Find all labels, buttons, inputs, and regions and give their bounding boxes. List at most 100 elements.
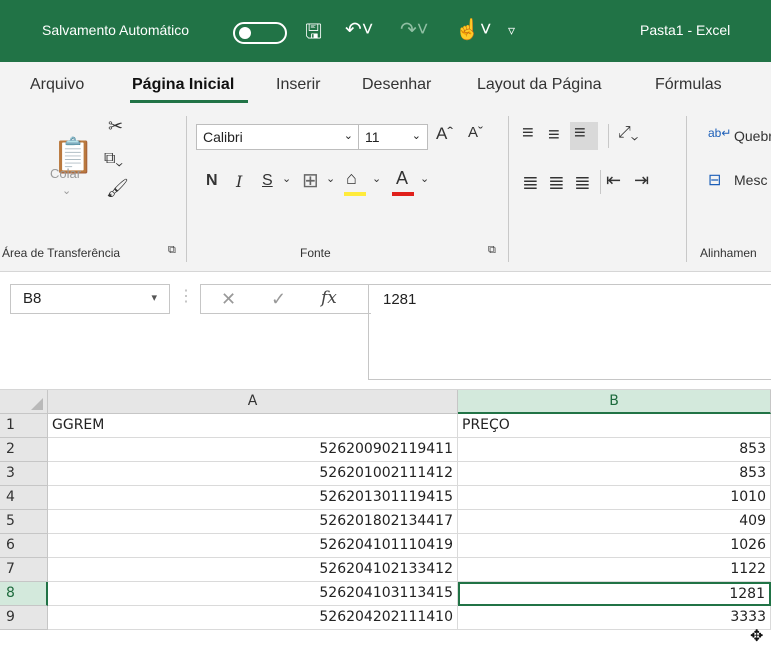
title-bar: Salvamento Automático 🖫 ↶˅ ↷˅ ☝˅ ▿ Pasta… [0, 0, 771, 62]
chevron-down-icon: ⌄ [411, 130, 421, 142]
tab-inserir[interactable]: Inserir [276, 76, 320, 94]
row-header[interactable]: 5 [0, 510, 48, 534]
chevron-down-icon[interactable]: ▾ [151, 291, 157, 304]
cell-b[interactable]: 1010 [458, 486, 771, 510]
font-color-swatch [392, 192, 414, 196]
insert-function-button[interactable]: fx [321, 288, 337, 308]
cell-a[interactable]: 526204202111410 [48, 606, 458, 630]
formula-input[interactable]: 1281 [368, 284, 771, 380]
format-painter-icon[interactable]: 🖌 [106, 178, 129, 199]
merge-label[interactable]: Mesc [734, 172, 767, 188]
tab-pagina-inicial[interactable]: Página Inicial [132, 76, 234, 94]
divider [686, 116, 687, 262]
cell-b[interactable]: PREÇO [458, 414, 771, 438]
select-all-button[interactable] [0, 390, 48, 414]
fill-color-icon[interactable]: ⌂ [346, 168, 357, 189]
cell-a[interactable]: 526204102133412 [48, 558, 458, 582]
cell-a[interactable]: 526204103113415 [48, 582, 458, 606]
row-header[interactable]: 4 [0, 486, 48, 510]
autosave-toggle[interactable] [233, 22, 287, 44]
enter-icon[interactable]: ✓ [271, 289, 286, 310]
cut-icon[interactable]: ✂ [108, 116, 123, 137]
customize-qat-icon[interactable]: ▿ [508, 22, 515, 39]
align-center-icon[interactable]: ≣ [548, 170, 565, 195]
undo-icon[interactable]: ↶˅ [345, 17, 373, 42]
tab-layout-da-pagina[interactable]: Layout da Página [477, 76, 602, 94]
orientation-icon[interactable]: ⤢⌄ [618, 124, 638, 142]
chevron-down-icon[interactable]: ⌄ [326, 172, 335, 185]
bold-button[interactable]: N [206, 172, 218, 190]
paste-label[interactable]: Colar [50, 166, 81, 181]
name-box[interactable]: B8 ▾ [10, 284, 170, 314]
tab-arquivo[interactable]: Arquivo [30, 76, 84, 94]
fill-color-swatch [344, 192, 366, 196]
divider [508, 116, 509, 262]
grow-font-icon[interactable]: Aˆ [436, 124, 453, 144]
underline-button[interactable]: S [262, 172, 273, 190]
chevron-down-icon[interactable]: ⌄ [372, 172, 381, 185]
touch-mode-icon[interactable]: ☝˅ [455, 17, 492, 42]
cell-b[interactable]: 3333 [458, 606, 771, 630]
shrink-font-icon[interactable]: Aˇ [468, 124, 483, 141]
row-header[interactable]: 7 [0, 558, 48, 582]
clipboard-launcher-icon[interactable]: ⧉ [168, 244, 176, 257]
merge-icon[interactable]: ⊟ [708, 170, 721, 190]
cell-b[interactable]: 1122 [458, 558, 771, 582]
tab-desenhar[interactable]: Desenhar [362, 76, 431, 94]
increase-indent-icon[interactable]: ⇥ [634, 170, 649, 191]
wrap-text-label[interactable]: Quebr [734, 128, 771, 144]
chevron-down-icon: ⌄ [343, 130, 353, 142]
row-header[interactable]: 1 [0, 414, 48, 438]
column-header-b[interactable]: B [458, 390, 771, 414]
chevron-down-icon[interactable]: ⌄ [282, 172, 291, 185]
select-all-triangle [31, 398, 43, 410]
align-left-icon[interactable]: ≣ [522, 170, 539, 195]
divider [608, 124, 609, 148]
row-header[interactable]: 8 [0, 582, 48, 606]
save-icon[interactable]: 🖫 [305, 17, 322, 51]
font-name-value: Calibri [203, 129, 243, 145]
row-header[interactable]: 9 [0, 606, 48, 630]
divider [186, 116, 187, 262]
font-group-label: Fonte [300, 246, 331, 260]
column-header-a[interactable]: A [48, 390, 458, 414]
font-launcher-icon[interactable]: ⧉ [488, 244, 496, 257]
ribbon: 📋 Colar ⌄ ✂ ⧉⌄ 🖌 Área de Transferência ⧉… [0, 106, 771, 272]
chevron-down-icon[interactable]: ⌄ [420, 172, 429, 185]
align-top-icon[interactable]: ≡ [522, 122, 534, 145]
align-middle-icon[interactable]: ≡ [548, 124, 560, 147]
redo-icon[interactable]: ↷˅ [400, 17, 428, 42]
cell-b[interactable]: 853 [458, 438, 771, 462]
formula-bar-grip[interactable]: ⋮ [178, 286, 194, 306]
row-header[interactable]: 6 [0, 534, 48, 558]
align-bottom-icon[interactable]: ≡ [570, 122, 598, 150]
cell-b[interactable]: 1026 [458, 534, 771, 558]
clipboard-group-label: Área de Transferência [2, 246, 121, 260]
cell-b[interactable]: 409 [458, 510, 771, 534]
cell-a[interactable]: GGREM [48, 414, 458, 438]
align-right-icon[interactable]: ≣ [574, 170, 591, 195]
font-color-button[interactable]: A [396, 168, 408, 189]
decrease-indent-icon[interactable]: ⇤ [606, 170, 621, 191]
row-header[interactable]: 2 [0, 438, 48, 462]
font-name-select[interactable]: Calibri ⌄ [196, 124, 360, 150]
cell-b[interactable]: 853 [458, 462, 771, 486]
cell-a[interactable]: 526201002111412 [48, 462, 458, 486]
active-cell[interactable]: 1281 [458, 582, 771, 606]
cell-a[interactable]: 526204101110419 [48, 534, 458, 558]
active-tab-indicator [130, 100, 248, 103]
tab-formulas[interactable]: Fórmulas [655, 76, 722, 94]
paste-dropdown-icon[interactable]: ⌄ [62, 184, 71, 197]
italic-button[interactable]: I [236, 172, 242, 191]
borders-icon[interactable]: ⊞ [302, 168, 319, 193]
name-box-value: B8 [23, 290, 42, 307]
cancel-icon[interactable]: ✕ [221, 289, 236, 310]
cell-a[interactable]: 526201301119415 [48, 486, 458, 510]
wrap-text-icon[interactable]: ab↵ [708, 126, 731, 140]
spreadsheet-grid: A B 1 GGREM PREÇO 2 526200902119411 853 3 52620… [0, 390, 771, 654]
cell-a[interactable]: 526201802134417 [48, 510, 458, 534]
cell-a[interactable]: 526200902119411 [48, 438, 458, 462]
copy-icon[interactable]: ⧉⌄ [104, 150, 123, 168]
row-header[interactable]: 3 [0, 462, 48, 486]
font-size-select[interactable]: 11 ⌄ [358, 124, 428, 150]
